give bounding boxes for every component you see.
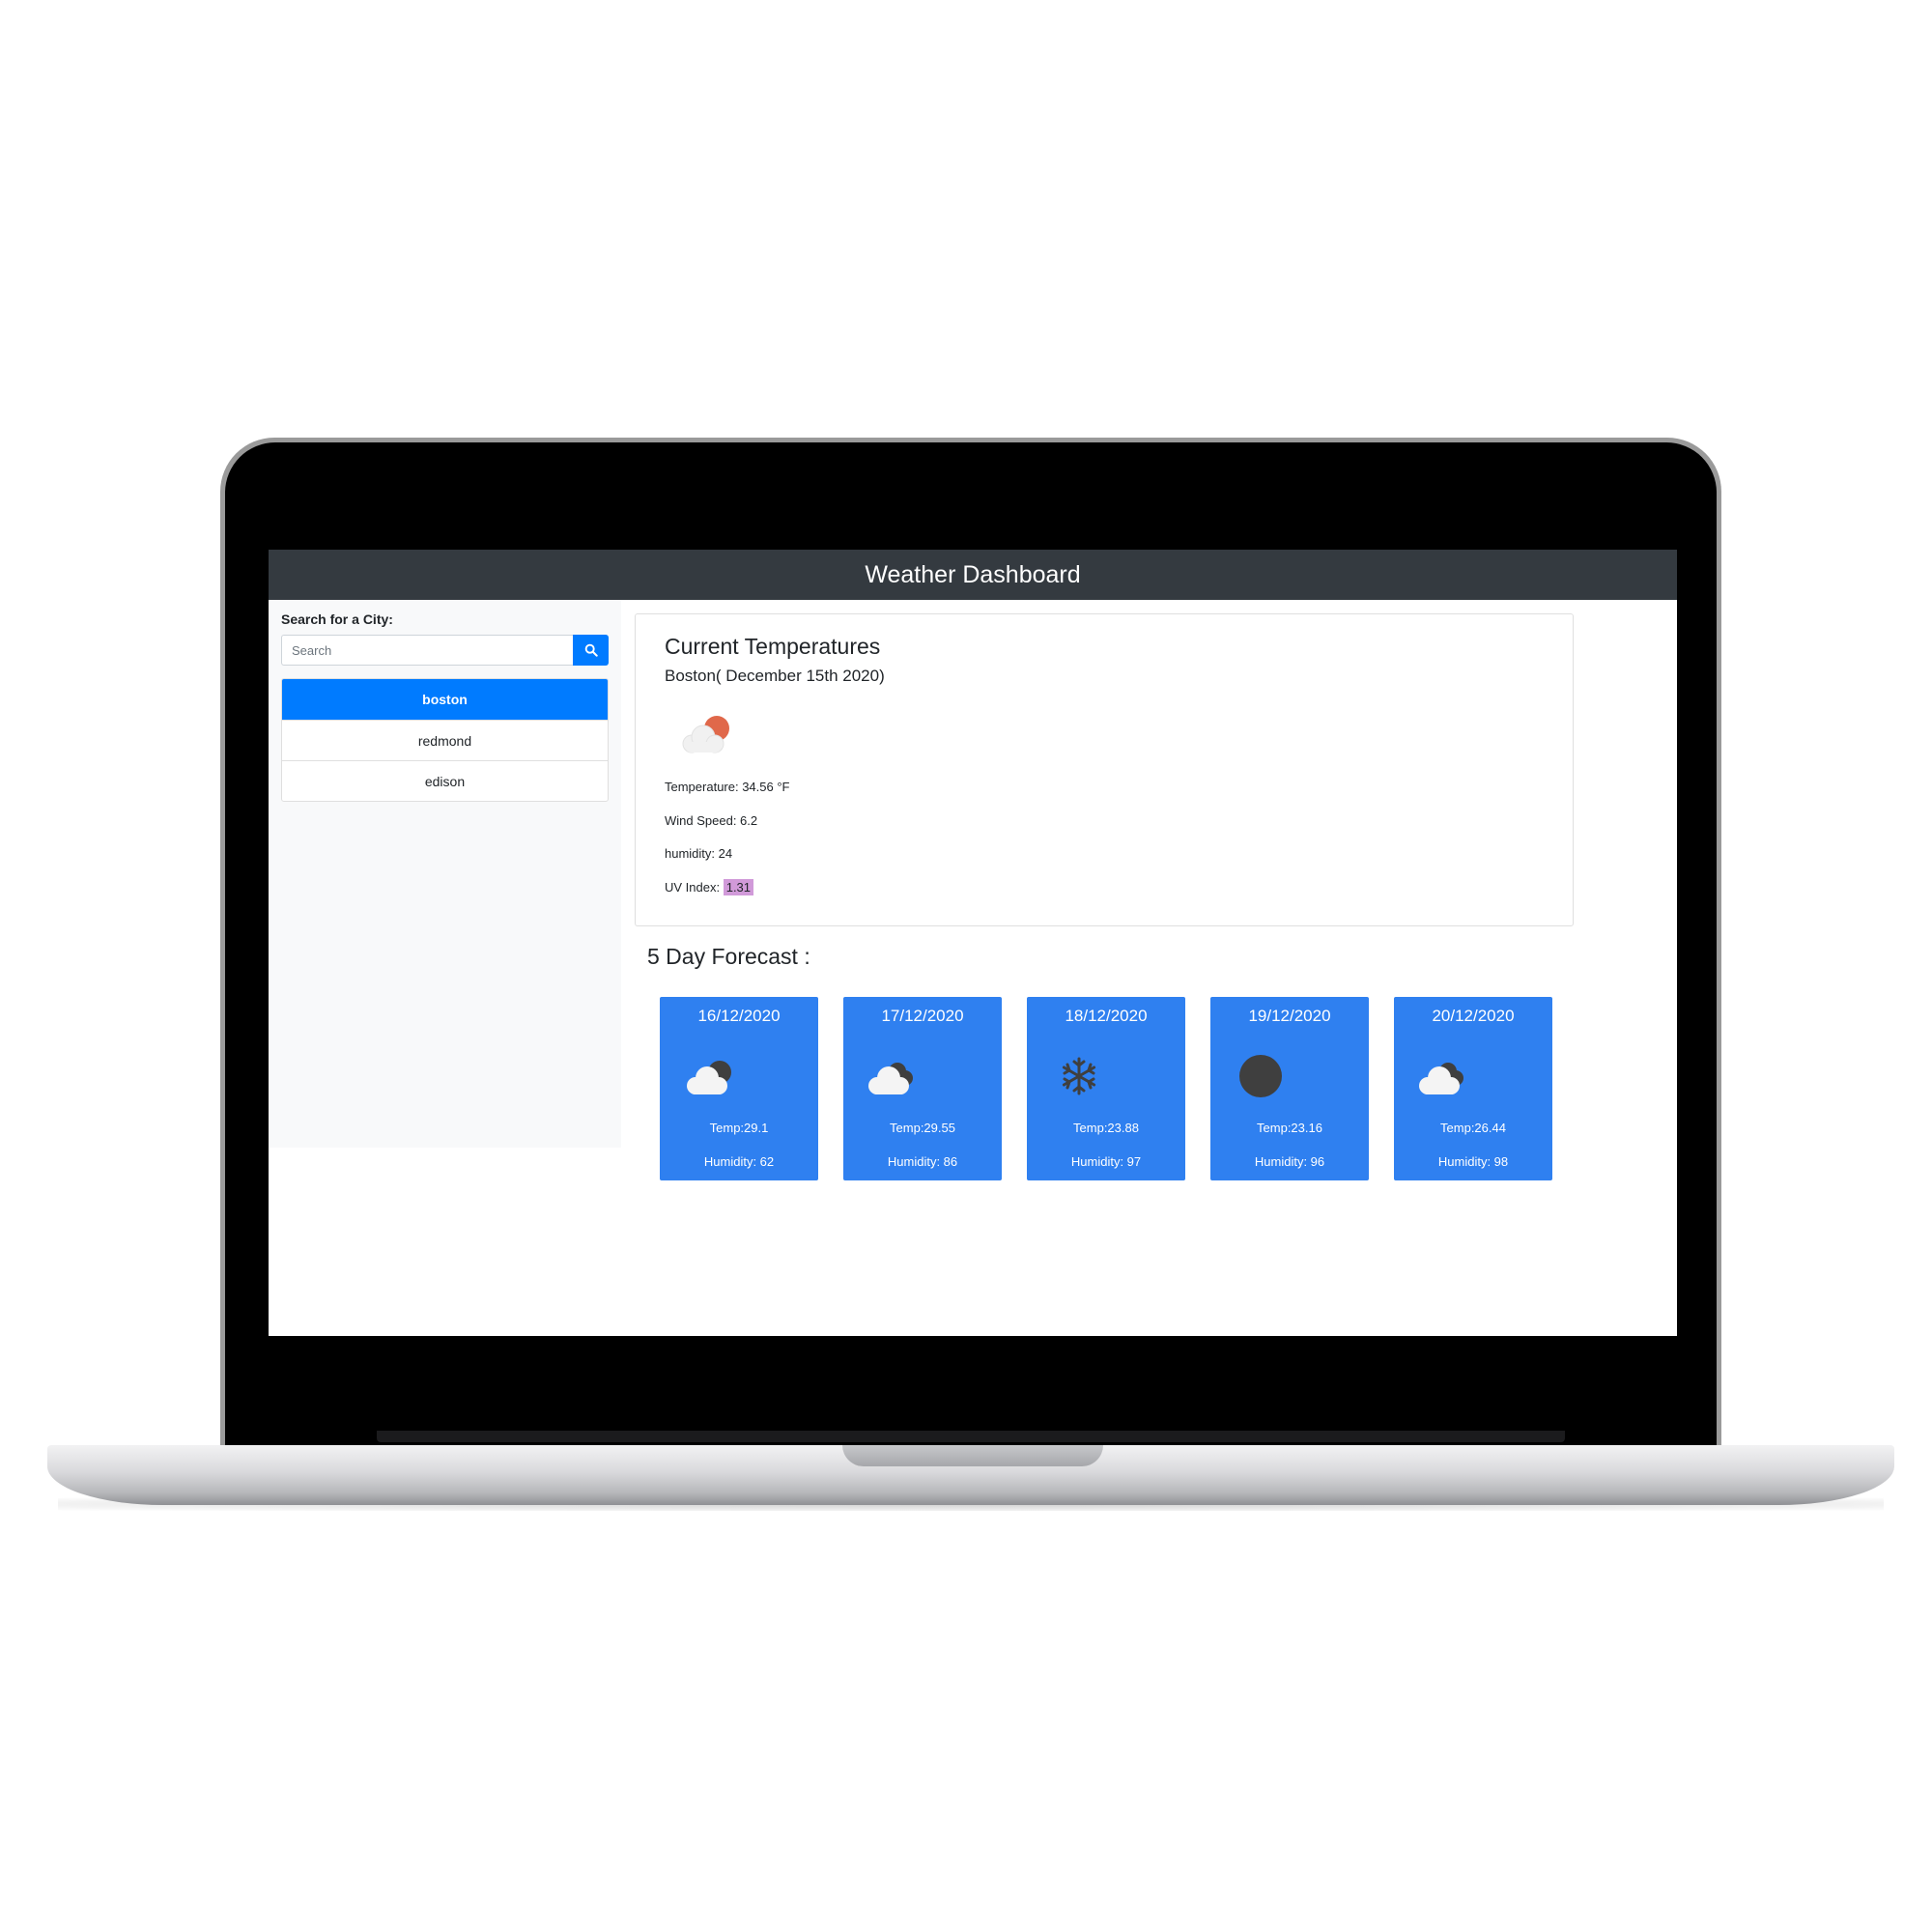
city-item-redmond[interactable]: redmond bbox=[282, 720, 608, 760]
uv-index-badge: 1.31 bbox=[723, 879, 754, 895]
current-title: Current Temperatures bbox=[665, 634, 881, 659]
forecast-temp: Temp:29.1 bbox=[709, 1121, 769, 1135]
forecast-humidity: Humidity: 97 bbox=[1070, 1154, 1142, 1169]
navbar: Weather Dashboard bbox=[269, 550, 1677, 600]
forecast-card: 16/12/2020 Temp:29.1 Humidity: 62 bbox=[660, 997, 818, 1180]
forecast-card: 20/12/2020 Temp:26.44 Humidity: 98 bbox=[1394, 997, 1552, 1180]
cloudy-night-icon bbox=[868, 1063, 913, 1094]
forecast-date: 16/12/2020 bbox=[697, 1007, 781, 1025]
app-title: Weather Dashboard bbox=[865, 560, 1081, 588]
sidebar: Search for a City: boston redmond edison bbox=[269, 600, 621, 1148]
forecast-card: 17/12/2020 Temp:29.55 Humidity: 86 bbox=[843, 997, 1002, 1180]
current-uv-index: UV Index: 1.31 bbox=[665, 879, 754, 895]
forecast-humidity: Humidity: 62 bbox=[703, 1154, 775, 1169]
city-history-list: boston redmond edison bbox=[281, 678, 609, 802]
current-wind-speed: Wind Speed: 6.2 bbox=[665, 813, 758, 828]
current-temperature: Temperature: 34.56 °F bbox=[665, 780, 790, 794]
forecast-humidity: Humidity: 98 bbox=[1437, 1154, 1509, 1169]
city-item-edison[interactable]: edison bbox=[282, 760, 608, 801]
forecast-humidity: Humidity: 86 bbox=[887, 1154, 958, 1169]
forecast-title: 5 Day Forecast : bbox=[647, 944, 810, 969]
search-input[interactable] bbox=[281, 635, 573, 666]
uv-index-label: UV Index: bbox=[665, 880, 721, 895]
laptop-hinge bbox=[377, 1431, 1565, 1442]
forecast-date: 17/12/2020 bbox=[881, 1007, 964, 1025]
forecast-date: 20/12/2020 bbox=[1432, 1007, 1515, 1025]
clear-night-icon bbox=[1239, 1055, 1282, 1097]
forecast-temp: Temp:23.16 bbox=[1257, 1121, 1322, 1135]
snow-icon bbox=[1062, 1057, 1096, 1095]
search-button[interactable] bbox=[573, 635, 609, 666]
forecast-date: 18/12/2020 bbox=[1065, 1007, 1148, 1025]
forecast-humidity: Humidity: 96 bbox=[1254, 1154, 1325, 1169]
app-screen: Weather Dashboard Search for a City: bos… bbox=[269, 550, 1677, 1336]
search-label: Search for a City: bbox=[281, 611, 393, 627]
forecast-temp: Temp:26.44 bbox=[1440, 1121, 1506, 1135]
laptop-notch bbox=[842, 1445, 1103, 1466]
current-city-date: Boston( December 15th 2020) bbox=[665, 667, 885, 685]
forecast-date: 19/12/2020 bbox=[1248, 1007, 1331, 1025]
partly-cloudy-night-icon bbox=[687, 1061, 731, 1094]
forecast-card: 18/12/2020 Temp:23.88 Humidity: 97 bbox=[1027, 997, 1185, 1180]
forecast-card: 19/12/2020 Temp:23.16 Humidity: 96 bbox=[1210, 997, 1369, 1180]
forecast-temp: Temp:23.88 bbox=[1073, 1121, 1139, 1135]
current-weather-card: Current Temperatures Boston( December 15… bbox=[635, 613, 1574, 926]
city-item-boston[interactable]: boston bbox=[282, 679, 608, 720]
search-icon bbox=[584, 643, 598, 657]
forecast-temp: Temp:29.55 bbox=[890, 1121, 955, 1135]
cloudy-night-icon bbox=[1419, 1063, 1463, 1094]
current-humidity: humidity: 24 bbox=[665, 846, 733, 861]
partly-cloudy-day-icon bbox=[682, 716, 729, 753]
